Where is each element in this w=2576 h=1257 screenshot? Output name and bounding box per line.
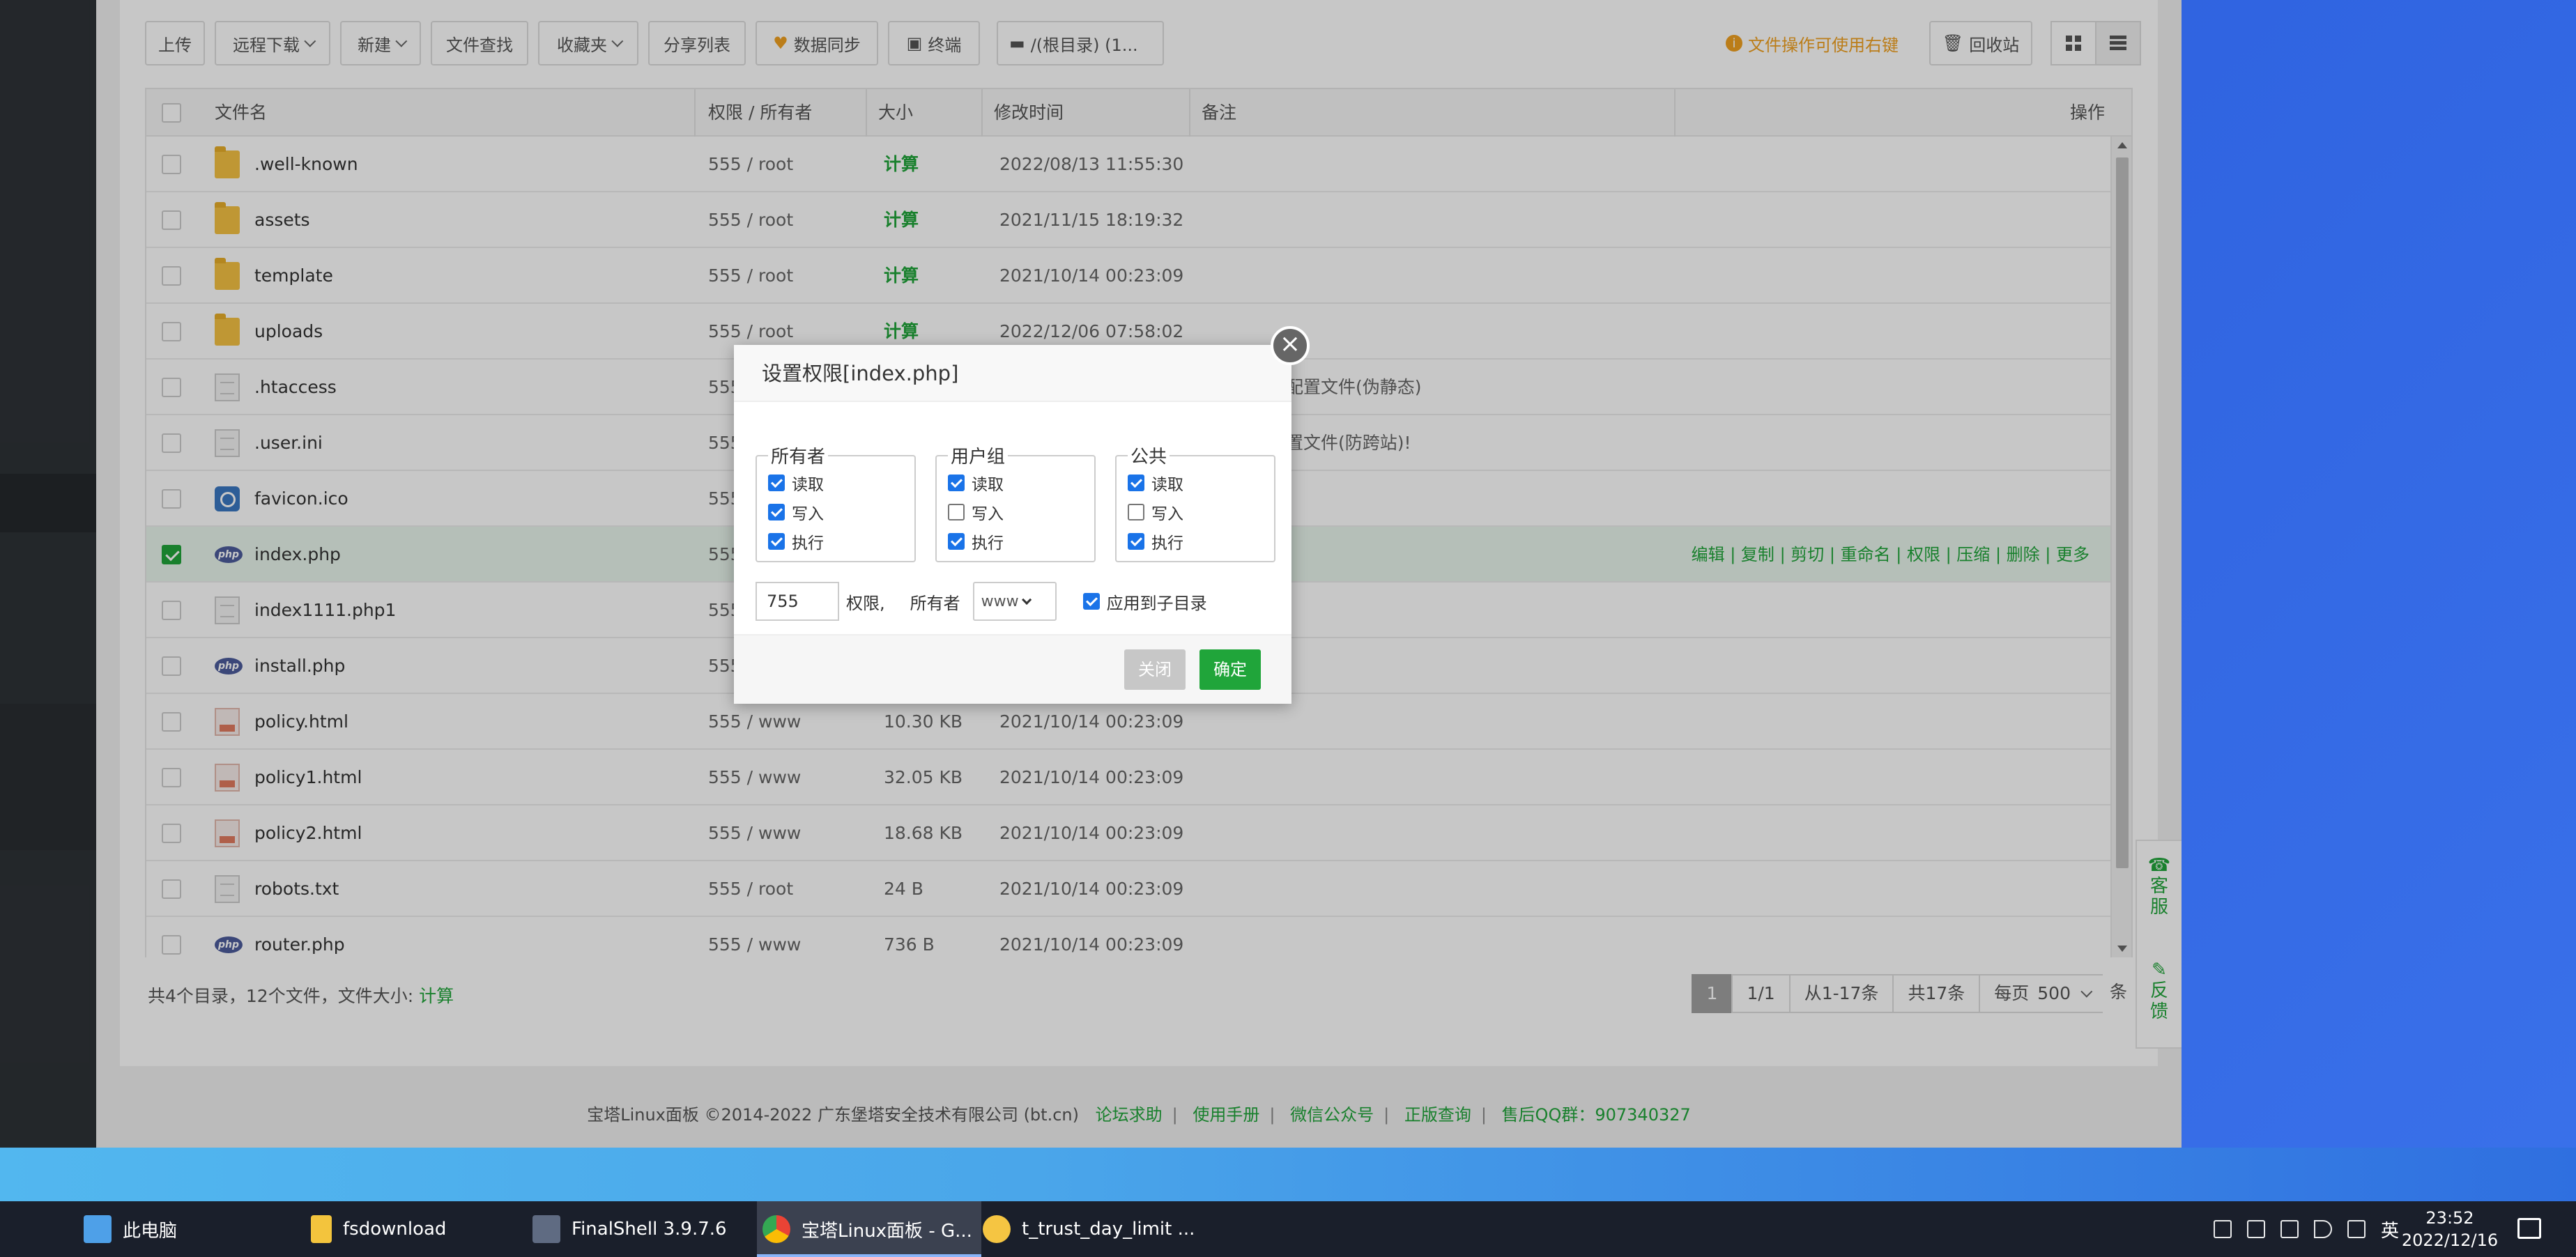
perm-exec-label: 执行 bbox=[1151, 534, 1183, 553]
taskbar: 此电脑 fsdownload FinalShell 3.9.7.6 宝塔Linu… bbox=[0, 1201, 2576, 1257]
chevron-down-icon bbox=[1021, 594, 1032, 605]
perm-write-checkbox[interactable] bbox=[1128, 504, 1144, 520]
perm-exec-label: 执行 bbox=[972, 534, 1004, 553]
chrome-icon bbox=[762, 1215, 790, 1243]
taskbar-label: fsdownload bbox=[343, 1219, 447, 1240]
dialog-footer: 关闭 确定 bbox=[734, 634, 1291, 704]
taskbar-item-chrome[interactable]: 宝塔Linux面板 - G... bbox=[757, 1201, 981, 1257]
owner-label: 所有者 bbox=[910, 593, 960, 613]
computer-icon bbox=[84, 1215, 112, 1243]
perm-group-group: 用户组读取写入执行 bbox=[935, 442, 1096, 562]
notification-icon[interactable] bbox=[2517, 1218, 2541, 1239]
owner-select[interactable]: www bbox=[972, 582, 1057, 621]
perm-read-label: 读取 bbox=[792, 476, 824, 494]
perm-write-label: 写入 bbox=[792, 505, 824, 523]
clock-time: 23:52 bbox=[2425, 1208, 2474, 1228]
clock-date: 2022/12/16 bbox=[2401, 1231, 2499, 1250]
dialog-close-icon[interactable]: × bbox=[1271, 326, 1310, 365]
desktop-background bbox=[0, 1148, 2576, 1201]
perm-group-public: 公共读取写入执行 bbox=[1115, 442, 1275, 562]
apply-subdir-label: 应用到子目录 bbox=[1106, 593, 1207, 613]
perm-write-checkbox[interactable] bbox=[768, 504, 785, 520]
perm-write-label: 写入 bbox=[972, 505, 1004, 523]
perm-read-option[interactable]: 读取 bbox=[1128, 468, 1263, 498]
perm-exec-option[interactable]: 执行 bbox=[768, 527, 903, 556]
dialog-title: 设置权限[index.php] bbox=[734, 345, 1291, 402]
perm-write-label: 写入 bbox=[1151, 505, 1183, 523]
usb-icon[interactable] bbox=[2214, 1220, 2232, 1238]
perm-read-option[interactable]: 读取 bbox=[768, 468, 903, 498]
permission-input[interactable]: 755 bbox=[756, 582, 839, 621]
perm-write-option[interactable]: 写入 bbox=[1128, 498, 1263, 527]
display-icon[interactable] bbox=[2247, 1220, 2265, 1238]
taskbar-item-notepad[interactable]: t_trust_day_limit ... bbox=[983, 1201, 1213, 1257]
taskbar-item-this-pc[interactable]: 此电脑 bbox=[84, 1201, 307, 1257]
perm-exec-label: 执行 bbox=[792, 534, 824, 553]
perm-exec-option[interactable]: 执行 bbox=[948, 527, 1083, 556]
taskbar-label: 此电脑 bbox=[123, 1220, 178, 1242]
confirm-button[interactable]: 确定 bbox=[1199, 649, 1261, 690]
perm-read-checkbox[interactable] bbox=[768, 475, 785, 491]
taskbar-label: FinalShell 3.9.7.6 bbox=[572, 1219, 727, 1240]
close-button[interactable]: 关闭 bbox=[1124, 649, 1186, 690]
perm-read-checkbox[interactable] bbox=[1128, 475, 1144, 491]
perm-exec-checkbox[interactable] bbox=[1128, 533, 1144, 550]
perm-exec-option[interactable]: 执行 bbox=[1128, 527, 1263, 556]
perm-read-checkbox[interactable] bbox=[948, 475, 965, 491]
taskbar-label: 宝塔Linux面板 - G... bbox=[802, 1220, 972, 1242]
perm-exec-checkbox[interactable] bbox=[768, 533, 785, 550]
network-icon[interactable] bbox=[2280, 1220, 2299, 1238]
app-icon bbox=[983, 1215, 1011, 1243]
perm-write-option[interactable]: 写入 bbox=[948, 498, 1083, 527]
taskbar-item-fsdownload[interactable]: fsdownload bbox=[311, 1201, 527, 1257]
group-legend: 所有者 bbox=[771, 447, 826, 468]
perm-read-label: 读取 bbox=[972, 476, 1004, 494]
taskbar-clock[interactable]: 23:52 2022/12/16 bbox=[2398, 1207, 2502, 1251]
terminal-app-icon bbox=[532, 1215, 560, 1243]
browser-window: 上传 远程下载 新建 文件查找 收藏夹 分享列表 ♥ 数据同步 ▣ 终端 ▬/(根目… bbox=[0, 0, 2182, 1148]
ime-indicator[interactable]: 英 bbox=[2381, 1217, 2399, 1242]
perm-group-owner: 所有者读取写入执行 bbox=[756, 442, 916, 562]
folder-icon bbox=[311, 1215, 332, 1243]
perm-write-checkbox[interactable] bbox=[948, 504, 965, 520]
perm-read-option[interactable]: 读取 bbox=[948, 468, 1083, 498]
apply-subdir-checkbox[interactable] bbox=[1082, 593, 1100, 610]
group-legend: 用户组 bbox=[951, 447, 1006, 468]
permission-label: 权限, bbox=[846, 593, 885, 613]
keyboard-icon[interactable] bbox=[2347, 1220, 2366, 1238]
taskbar-item-finalshell[interactable]: FinalShell 3.9.7.6 bbox=[532, 1201, 756, 1257]
owner-value: www bbox=[981, 592, 1019, 610]
permission-dialog: 设置权限[index.php] 所有者 读取 写入 执行 用户组 读取 写入 执行 公共 读取 写入… bbox=[734, 345, 1291, 704]
perm-write-option[interactable]: 写入 bbox=[768, 498, 903, 527]
taskbar-label: t_trust_day_limit ... bbox=[1022, 1219, 1195, 1240]
volume-muted-icon[interactable] bbox=[2314, 1220, 2332, 1238]
permission-row: 755 权限, 所有者 www 应用到子目录 bbox=[756, 582, 1271, 621]
perm-read-label: 读取 bbox=[1151, 476, 1183, 494]
active-indicator bbox=[757, 1254, 981, 1257]
group-legend: 公共 bbox=[1130, 447, 1167, 468]
system-tray: 英 bbox=[2214, 1201, 2399, 1257]
perm-exec-checkbox[interactable] bbox=[948, 533, 965, 550]
